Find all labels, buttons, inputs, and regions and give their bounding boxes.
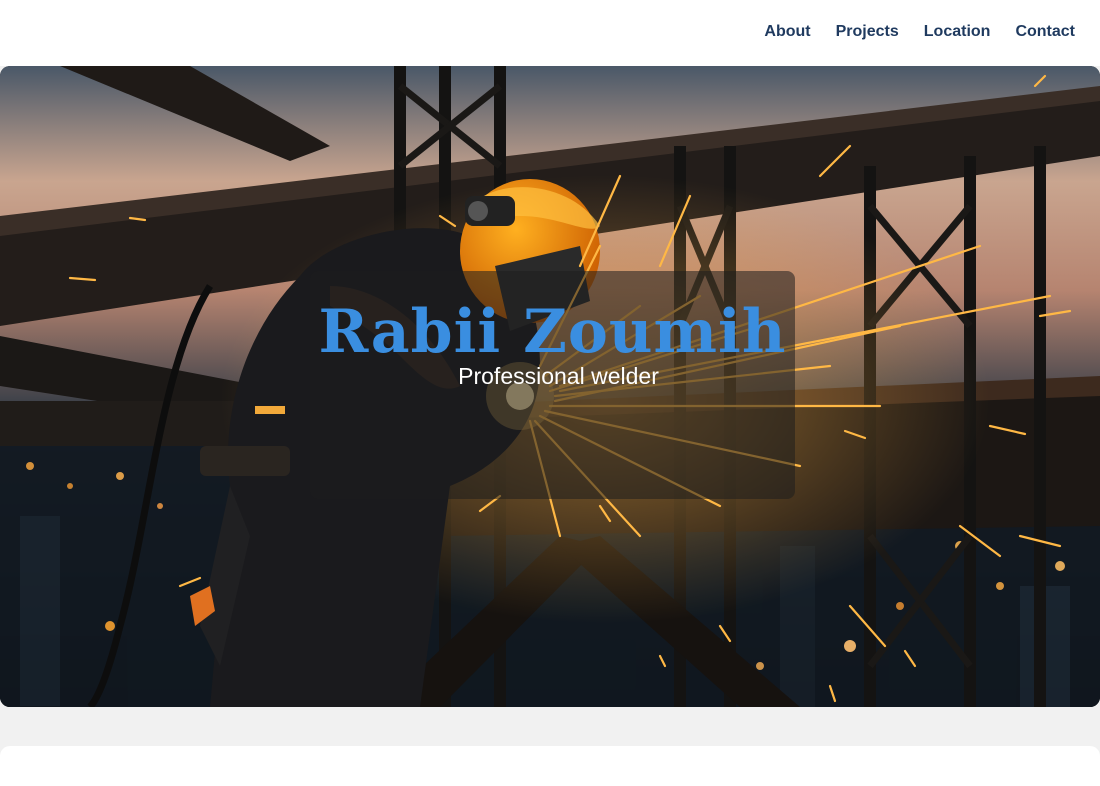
nav-link-location[interactable]: Location — [924, 22, 991, 42]
nav-link-projects[interactable]: Projects — [836, 22, 899, 42]
main-nav: About Projects Location Contact — [764, 22, 1075, 42]
nav-link-about[interactable]: About — [764, 22, 810, 42]
top-navbar: About Projects Location Contact — [0, 0, 1100, 66]
content-section — [0, 746, 1100, 786]
hero-subtitle: Professional welder — [458, 363, 659, 389]
hero-title: Rabii Zoumih — [318, 297, 787, 368]
nav-link-contact[interactable]: Contact — [1015, 22, 1075, 42]
